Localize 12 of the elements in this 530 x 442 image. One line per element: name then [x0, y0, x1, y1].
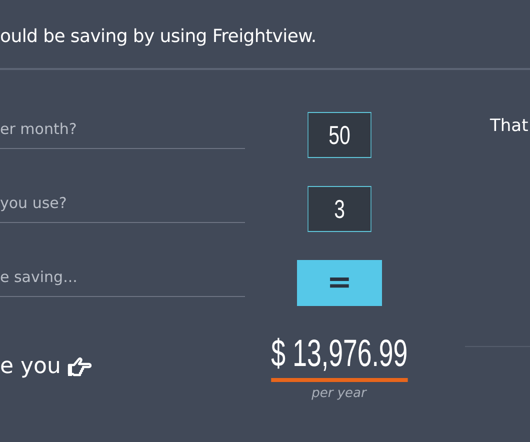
header-text: ould be saving by using Freightview.	[0, 26, 316, 46]
side-text: That	[490, 116, 528, 136]
savings-amount: $ 13,976.99	[270, 334, 408, 382]
input-field[interactable]: 50	[308, 112, 372, 158]
cta-text: e you	[0, 354, 61, 379]
calculate-button[interactable]: =	[297, 260, 382, 306]
pointing-hand-icon	[66, 356, 93, 378]
question-label: you use?	[0, 184, 245, 223]
period-text: per year	[312, 386, 366, 401]
result-label: e saving...	[0, 258, 245, 297]
input-field[interactable]: 3	[308, 186, 372, 232]
question-label: er month?	[0, 110, 245, 149]
